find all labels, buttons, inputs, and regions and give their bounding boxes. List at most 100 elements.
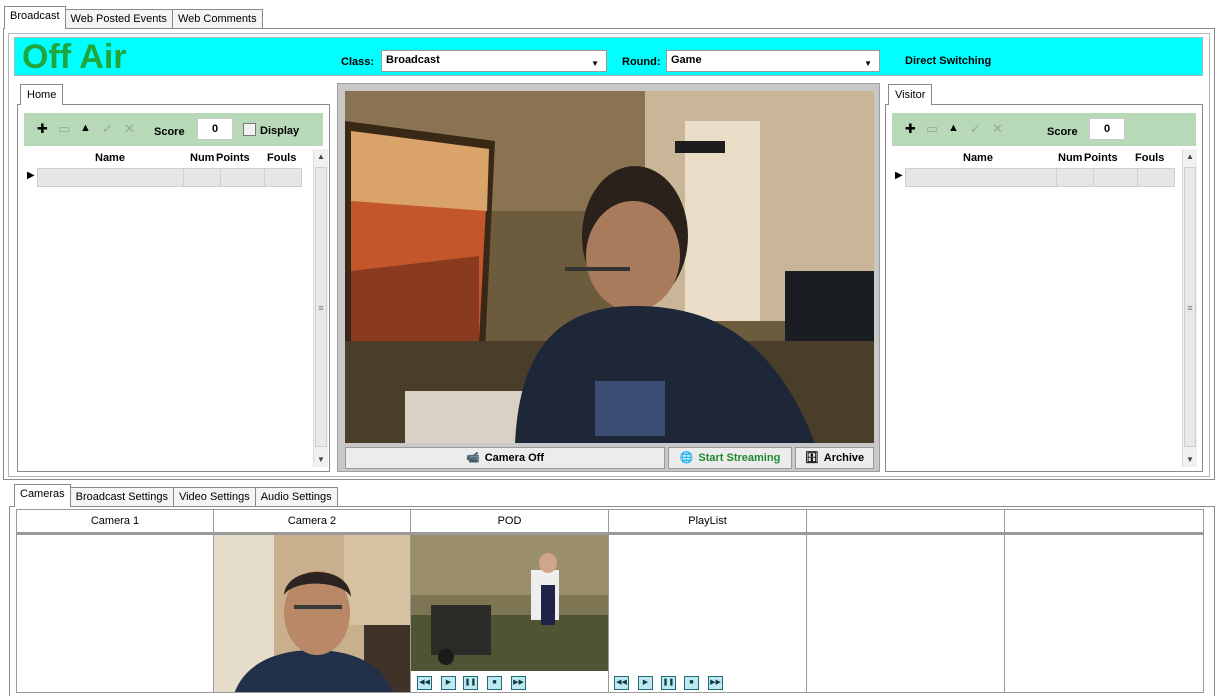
round-select[interactable]: Game ▼: [666, 50, 880, 72]
grip-icon: ≡: [318, 303, 324, 313]
on-air-status: Off Air: [22, 38, 127, 76]
plus-icon[interactable]: ✚: [905, 122, 916, 135]
round-select-value: Game: [671, 54, 702, 66]
camera-2-thumbnail: [214, 535, 410, 692]
video-preview-panel: 📹 Camera Off 🌐 Start Streaming 🗄 Archive: [337, 83, 880, 472]
start-streaming-label: Start Streaming: [698, 452, 781, 464]
visitor-score-input[interactable]: 0: [1089, 118, 1125, 140]
tab-audio-settings[interactable]: Audio Settings: [254, 487, 338, 507]
tab-visitor[interactable]: Visitor: [888, 84, 933, 105]
camera-off-label: Camera Off: [484, 452, 544, 464]
chevron-down-icon: ▼: [864, 59, 872, 68]
column-points[interactable]: Points: [216, 152, 250, 164]
playlist-slot[interactable]: [608, 534, 807, 693]
column-fouls[interactable]: Fouls: [267, 152, 296, 164]
camera-column-header[interactable]: [1004, 509, 1204, 534]
row-pointer-icon: ▶: [27, 170, 35, 181]
cancel-icon[interactable]: ✕: [124, 122, 135, 135]
archive-icon: 🗄: [804, 452, 819, 464]
visitor-panel: ✚ ▭ ▲ ✓ ✕ Score 0 Name Num Points Fouls …: [885, 104, 1203, 472]
visitor-score-label: Score: [1047, 126, 1078, 138]
home-score-input[interactable]: 0: [197, 118, 233, 140]
camera-2-slot[interactable]: [213, 534, 411, 693]
forward-icon[interactable]: ▶▶: [708, 676, 723, 690]
column-num[interactable]: Num: [190, 152, 214, 164]
play-icon[interactable]: ▶: [638, 676, 653, 690]
stop-icon[interactable]: ■: [487, 676, 502, 690]
tab-web-comments[interactable]: Web Comments: [171, 9, 263, 29]
home-score-label: Score: [154, 126, 185, 138]
pause-icon[interactable]: ❚❚: [463, 676, 478, 690]
minus-icon[interactable]: ▭: [926, 122, 938, 135]
class-select-value: Broadcast: [386, 54, 440, 66]
pause-icon[interactable]: ❚❚: [661, 676, 676, 690]
tab-cameras[interactable]: Cameras: [14, 484, 71, 507]
tab-video-settings[interactable]: Video Settings: [172, 487, 256, 507]
direct-switching-label: Direct Switching: [905, 55, 992, 67]
column-points[interactable]: Points: [1084, 152, 1118, 164]
live-video-feed: [345, 91, 874, 443]
status-header-bar: Off Air Class: Broadcast ▼ Round: Game ▼…: [14, 37, 1203, 76]
grip-icon: ≡: [1187, 303, 1193, 313]
stop-icon[interactable]: ■: [684, 676, 699, 690]
cancel-icon[interactable]: ✕: [992, 122, 1003, 135]
camera-off-button[interactable]: 📹 Camera Off: [345, 447, 665, 469]
home-panel: ✚ ▭ ▲ ✓ ✕ Score 0 Display Name Num Point…: [17, 104, 330, 472]
camera-column-header[interactable]: POD: [410, 509, 609, 534]
home-toolbar: ✚ ▭ ▲ ✓ ✕ Score 0 Display: [24, 113, 323, 146]
forward-icon[interactable]: ▶▶: [511, 676, 526, 690]
archive-label: Archive: [823, 452, 865, 464]
row-pointer-icon: ▶: [895, 170, 903, 181]
camera-6-slot[interactable]: [1004, 534, 1204, 693]
visitor-toolbar: ✚ ▭ ▲ ✓ ✕ Score 0: [892, 113, 1196, 146]
column-name[interactable]: Name: [963, 152, 993, 164]
home-scrollbar[interactable]: ▲ ≡ ▼: [313, 149, 328, 467]
tab-broadcast-settings[interactable]: Broadcast Settings: [69, 487, 174, 507]
tab-broadcast[interactable]: Broadcast: [4, 6, 66, 29]
camera-column-header[interactable]: Camera 1: [16, 509, 214, 534]
display-label: Display: [260, 125, 300, 137]
up-arrow-icon[interactable]: ▲: [948, 122, 959, 135]
video-frame-image: [345, 91, 874, 443]
rewind-icon[interactable]: ◀◀: [417, 676, 432, 690]
archive-button[interactable]: 🗄 Archive: [795, 447, 874, 469]
chevron-down-icon: ▼: [591, 59, 599, 68]
scroll-up-icon[interactable]: ▲: [1183, 152, 1197, 161]
globe-icon: 🌐: [679, 452, 694, 464]
home-grid-header: Name Num Points Fouls: [24, 149, 323, 168]
camera-5-slot[interactable]: [806, 534, 1005, 693]
bottom-tab-bar: Cameras Broadcast Settings Video Setting…: [14, 484, 338, 507]
up-arrow-icon[interactable]: ▲: [80, 122, 91, 135]
camera-column-header[interactable]: Camera 2: [213, 509, 411, 534]
play-icon[interactable]: ▶: [441, 676, 456, 690]
rewind-icon[interactable]: ◀◀: [614, 676, 629, 690]
table-row[interactable]: [905, 168, 1175, 187]
video-camera-icon: 📹: [466, 452, 480, 464]
tab-home[interactable]: Home: [20, 84, 64, 105]
class-label: Class:: [341, 56, 375, 68]
visitor-grid-header: Name Num Points Fouls: [892, 149, 1196, 168]
scroll-up-icon[interactable]: ▲: [314, 152, 328, 161]
scroll-down-icon[interactable]: ▼: [314, 455, 328, 464]
column-num[interactable]: Num: [1058, 152, 1082, 164]
column-name[interactable]: Name: [95, 152, 125, 164]
camera-column-header[interactable]: PlayList: [608, 509, 807, 534]
tab-web-posted-events[interactable]: Web Posted Events: [64, 9, 173, 29]
scroll-down-icon[interactable]: ▼: [1183, 455, 1197, 464]
minus-icon[interactable]: ▭: [58, 122, 70, 135]
plus-icon[interactable]: ✚: [37, 122, 48, 135]
camera-column-header[interactable]: [806, 509, 1005, 534]
display-checkbox[interactable]: [243, 123, 256, 136]
table-row[interactable]: [37, 168, 302, 187]
column-fouls[interactable]: Fouls: [1135, 152, 1164, 164]
start-streaming-button[interactable]: 🌐 Start Streaming: [668, 447, 792, 469]
main-tab-bar: Broadcast Web Posted Events Web Comments: [4, 6, 263, 29]
visitor-scrollbar[interactable]: ▲ ≡ ▼: [1182, 149, 1197, 467]
check-icon[interactable]: ✓: [970, 122, 981, 135]
pod-slot[interactable]: [410, 534, 609, 693]
pod-thumbnail: [411, 535, 608, 671]
camera-1-slot[interactable]: [16, 534, 214, 693]
round-label: Round:: [622, 56, 661, 68]
check-icon[interactable]: ✓: [102, 122, 113, 135]
class-select[interactable]: Broadcast ▼: [381, 50, 607, 72]
